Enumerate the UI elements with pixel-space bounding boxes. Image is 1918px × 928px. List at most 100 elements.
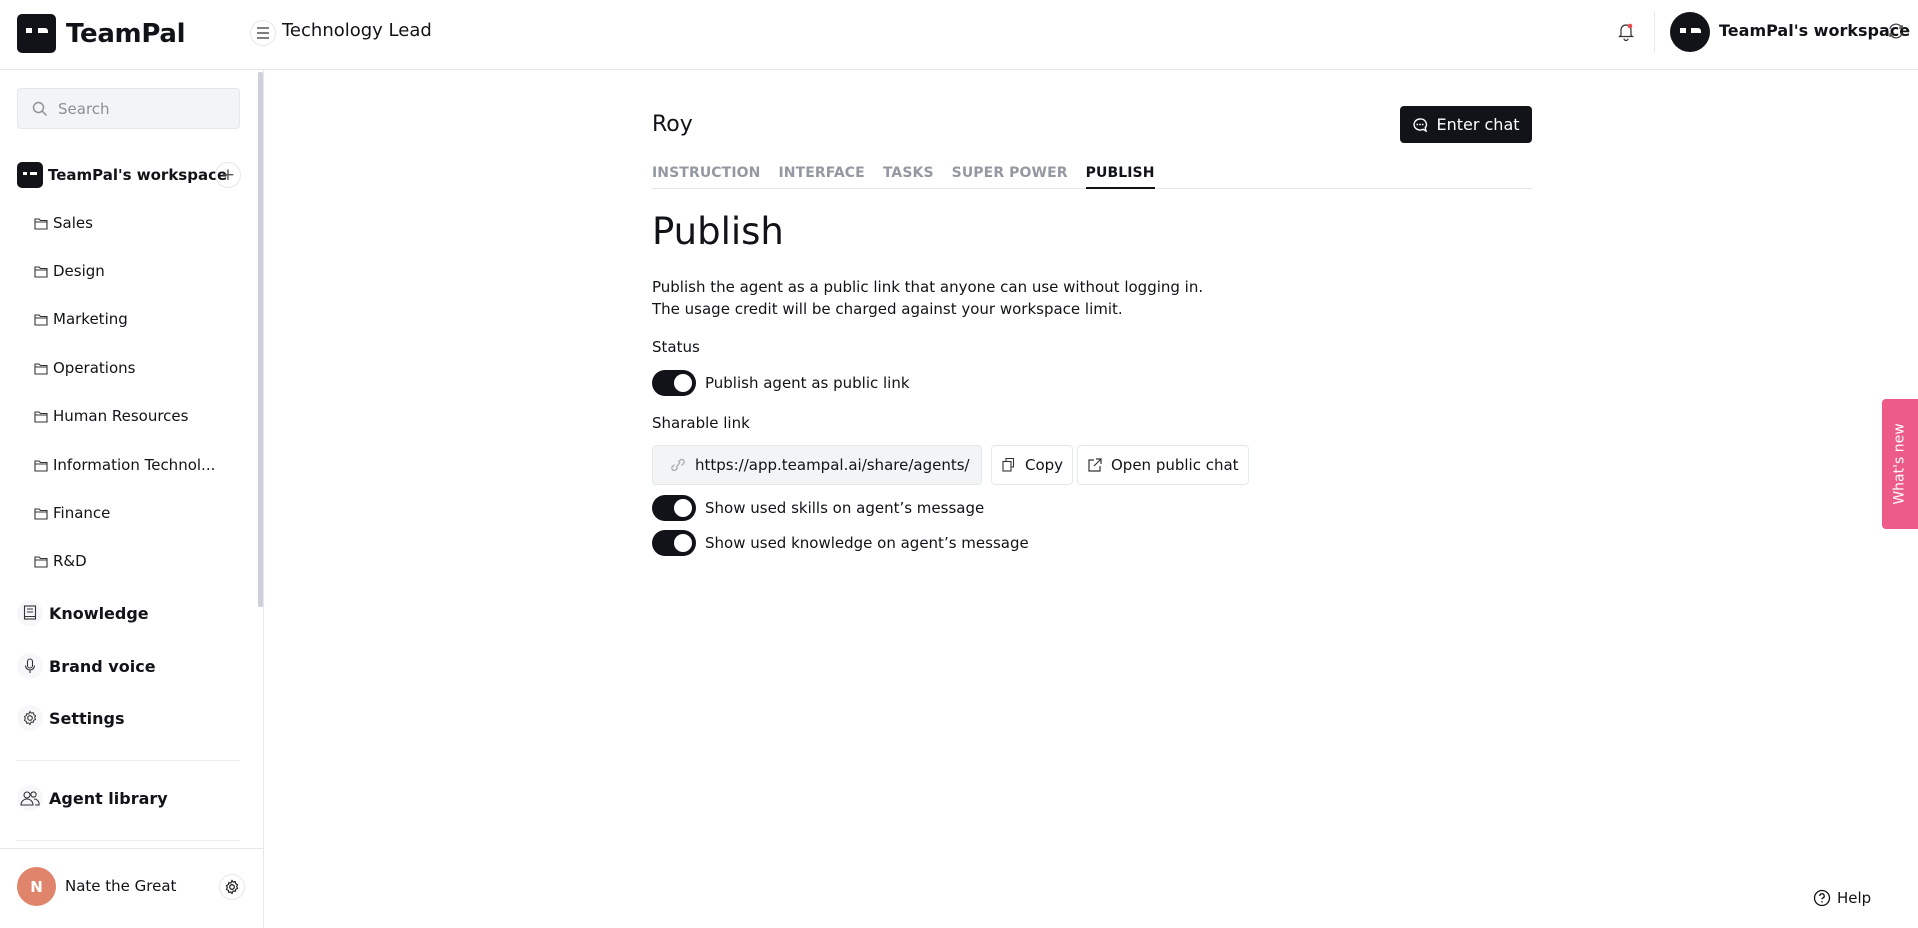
folder-item-design[interactable]: Design: [34, 262, 105, 280]
search-input[interactable]: [58, 99, 228, 118]
tab-publish[interactable]: PUBLISH: [1085, 165, 1155, 189]
sharable-link-label: Sharable link: [652, 414, 750, 432]
sidebar-item-label: Settings: [49, 708, 125, 728]
search-box[interactable]: [17, 88, 240, 129]
publish-description: Publish the agent as a public link that …: [652, 276, 1203, 320]
brand-name: TeamPal: [66, 18, 186, 49]
tab-tasks[interactable]: TASKS: [883, 165, 934, 189]
folder-item-marketing[interactable]: Marketing: [34, 310, 128, 328]
folder-item-r-and-d[interactable]: R&D: [34, 552, 87, 570]
plus-icon: +: [220, 165, 236, 185]
folder-label: Finance: [53, 504, 111, 522]
sidebar-scrollbar[interactable]: [258, 72, 263, 607]
section-heading: Publish: [652, 210, 784, 253]
top-divider: [1654, 12, 1655, 52]
sharable-link-field[interactable]: https://app.teampal.ai/share/agents/: [652, 445, 982, 485]
folder-item-human-resources[interactable]: Human Resources: [34, 407, 188, 425]
help-circle-icon: [1813, 889, 1831, 907]
folder-icon: [34, 362, 48, 375]
workspace-name[interactable]: TeamPal's workspace: [1719, 21, 1910, 40]
folder-label: Design: [53, 262, 105, 280]
folder-item-finance[interactable]: Finance: [34, 504, 110, 522]
folder-label: Sales: [53, 214, 93, 232]
sidebar: TeamPal's workspace + Sales Design Marke…: [0, 70, 264, 928]
show-knowledge-label: Show used knowledge on agent’s message: [705, 534, 1029, 552]
whats-new-tab[interactable]: What's new: [1882, 399, 1918, 529]
show-knowledge-toggle-row: Show used knowledge on agent’s message: [652, 530, 1029, 556]
show-knowledge-toggle[interactable]: [652, 530, 696, 556]
workspace-label: TeamPal's workspace: [48, 166, 228, 184]
folder-icon: [34, 555, 48, 568]
sidebar-divider: [16, 760, 240, 761]
folder-label: R&D: [53, 552, 87, 570]
sidebar-item-label: Knowledge: [49, 603, 149, 623]
folder-label: Human Resources: [53, 407, 189, 425]
search-icon: [32, 101, 47, 116]
switch-workspace-icon[interactable]: [1886, 21, 1906, 41]
tab-instruction[interactable]: INSTRUCTION: [652, 165, 760, 189]
chat-bubble-icon: [1413, 117, 1428, 132]
folder-icon: [34, 459, 48, 472]
workspace-logo-icon: [17, 162, 43, 188]
description-line: Publish the agent as a public link that …: [652, 278, 1204, 296]
sharable-link-value: https://app.teampal.ai/share/agents/: [695, 456, 970, 474]
teampal-logo-icon: [17, 14, 56, 53]
microphone-icon: [24, 658, 36, 673]
copy-label: Copy: [1025, 456, 1064, 474]
folder-item-information-technology[interactable]: Information Technol...: [34, 456, 215, 474]
gear-icon: [225, 879, 239, 895]
open-public-chat-button[interactable]: Open public chat: [1077, 445, 1249, 485]
folder-icon: [34, 507, 48, 520]
users-icon: [20, 791, 40, 806]
folder-item-sales[interactable]: Sales: [34, 214, 93, 232]
sidebar-item-brand-voice[interactable]: Brand voice: [17, 653, 156, 679]
publish-toggle[interactable]: [652, 370, 696, 396]
description-line: The usage credit will be charged against…: [652, 300, 1123, 318]
show-skills-toggle[interactable]: [652, 495, 696, 521]
enter-chat-label: Enter chat: [1436, 115, 1520, 134]
user-name[interactable]: Nate the Great: [65, 877, 176, 895]
publish-toggle-label: Publish agent as public link: [705, 374, 910, 392]
workspace-row[interactable]: TeamPal's workspace: [17, 162, 227, 188]
notification-bell-icon[interactable]: [1615, 20, 1637, 42]
folder-icon: [34, 265, 48, 278]
show-skills-toggle-row: Show used skills on agent’s message: [652, 495, 984, 521]
copy-link-button[interactable]: Copy: [991, 445, 1074, 485]
show-skills-label: Show used skills on agent’s message: [705, 499, 985, 517]
user-profile-row: N Nate the Great: [0, 848, 263, 928]
book-icon: [23, 605, 37, 620]
hamburger-menu-icon: [257, 27, 269, 39]
sidebar-item-settings[interactable]: Settings: [17, 705, 125, 731]
link-icon: [671, 458, 685, 472]
folder-label: Marketing: [53, 310, 128, 328]
enter-chat-button[interactable]: Enter chat: [1400, 106, 1532, 143]
folder-label: Operations: [53, 359, 136, 377]
folder-label: Information Technol...: [53, 456, 216, 474]
tab-super-power[interactable]: SUPER POWER: [952, 165, 1068, 189]
add-folder-button[interactable]: +: [215, 162, 241, 188]
top-bar: TeamPal Technology Lead TeamPal's worksp…: [0, 0, 1918, 70]
gear-icon: [23, 710, 37, 726]
tab-interface[interactable]: INTERFACE: [778, 165, 864, 189]
workspace-avatar[interactable]: [1670, 12, 1710, 52]
sidebar-item-label: Brand voice: [49, 656, 156, 676]
agent-tabs: INSTRUCTION INTERFACE TASKS SUPER POWER …: [652, 165, 1532, 189]
folder-icon: [34, 217, 48, 230]
whats-new-label: What's new: [1892, 423, 1909, 505]
sidebar-toggle-button[interactable]: [250, 20, 276, 46]
copy-icon: [1002, 457, 1015, 472]
publish-toggle-row: Publish agent as public link: [652, 370, 910, 396]
user-settings-button[interactable]: [219, 874, 245, 900]
external-link-icon: [1088, 458, 1102, 472]
sidebar-item-label: Agent library: [49, 788, 168, 808]
status-label: Status: [652, 338, 700, 356]
folder-icon: [34, 313, 48, 326]
sidebar-item-knowledge[interactable]: Knowledge: [17, 600, 149, 626]
help-label: Help: [1837, 889, 1872, 907]
user-avatar[interactable]: N: [17, 867, 56, 906]
folder-item-operations[interactable]: Operations: [34, 359, 135, 377]
sidebar-divider: [16, 840, 240, 841]
sidebar-item-agent-library[interactable]: Agent library: [17, 785, 168, 811]
logo[interactable]: TeamPal: [17, 14, 186, 53]
help-button[interactable]: Help: [1813, 889, 1871, 907]
